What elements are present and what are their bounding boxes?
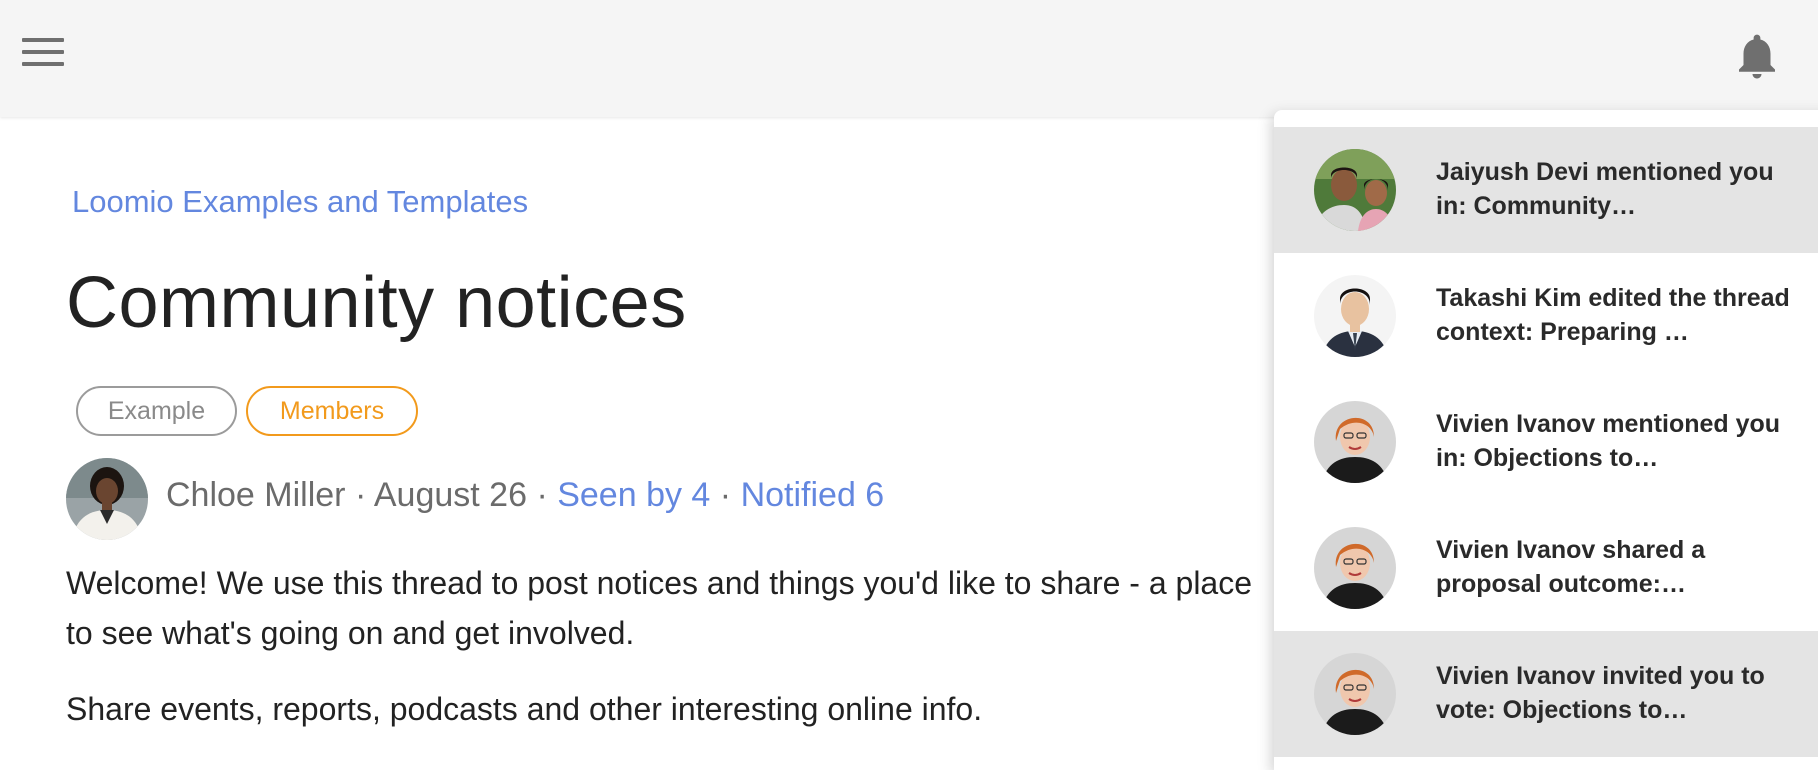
- notification-item[interactable]: Vivien Ivanov mentioned you in: Objectio…: [1274, 379, 1818, 505]
- meta-separator: ·: [719, 476, 732, 514]
- hamburger-menu-icon[interactable]: [14, 30, 72, 80]
- tag-example[interactable]: Example: [76, 386, 237, 436]
- top-bar: [0, 0, 1818, 117]
- meta-separator: ·: [354, 476, 367, 514]
- notification-item[interactable]: Jaiyush Devi mentioned you in: Community…: [1274, 127, 1818, 253]
- notification-text: Vivien Ivanov invited you to vote: Objec…: [1436, 662, 1765, 724]
- notification-item[interactable]: Vivien Ivanov invited you to vote: Objec…: [1274, 631, 1818, 757]
- notification-avatar: [1314, 401, 1396, 483]
- thread-body-paragraph: Share events, reports, podcasts and othe…: [66, 691, 983, 727]
- thread-title: Community notices: [66, 263, 687, 343]
- group-breadcrumb-link[interactable]: Loomio Examples and Templates: [72, 184, 528, 220]
- author-avatar[interactable]: [66, 458, 148, 540]
- notification-text: Jaiyush Devi mentioned you in: Community…: [1436, 158, 1774, 220]
- tag-members[interactable]: Members: [246, 386, 418, 436]
- notification-item[interactable]: Vivien Ivanov shared a proposal outcome:…: [1274, 505, 1818, 631]
- notification-avatar: [1314, 653, 1396, 735]
- notification-text: Vivien Ivanov shared a proposal outcome:…: [1436, 536, 1706, 598]
- seen-by-link[interactable]: Seen by 4: [557, 476, 710, 514]
- notification-avatar: [1314, 527, 1396, 609]
- notification-item[interactable]: Takashi Kim edited the thread context: P…: [1274, 253, 1818, 379]
- notification-text: Vivien Ivanov mentioned you in: Objectio…: [1436, 410, 1781, 472]
- notification-bell-icon[interactable]: [1730, 28, 1784, 84]
- thread-body-paragraph: Welcome! We use this thread to post noti…: [66, 565, 1253, 651]
- notified-link[interactable]: Notified 6: [741, 476, 885, 514]
- notifications-panel: Jaiyush Devi mentioned you in: Community…: [1274, 110, 1818, 770]
- thread-meta: Chloe Miller · August 26 · Seen by 4 · N…: [166, 476, 884, 515]
- notification-avatar: [1314, 275, 1396, 357]
- meta-separator: ·: [536, 476, 548, 514]
- author-name[interactable]: Chloe Miller: [166, 476, 346, 514]
- thread-date[interactable]: August 26: [374, 476, 527, 514]
- notification-text: Takashi Kim edited the thread context: P…: [1436, 284, 1790, 346]
- notification-avatar: [1314, 149, 1396, 231]
